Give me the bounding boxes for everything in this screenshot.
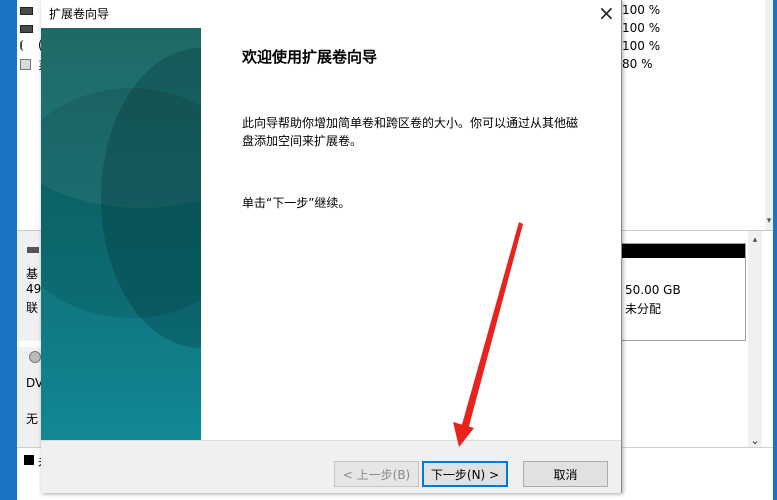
scroll-down-icon[interactable]: ⌄ xyxy=(748,434,762,447)
wizard-banner-image xyxy=(41,28,201,440)
unallocated-size: 50.00 GB xyxy=(625,283,681,297)
dvd-partition[interactable] xyxy=(620,347,746,457)
disk-layout-scrollbar[interactable]: ▴ ⌄ xyxy=(748,231,762,447)
disk0-type: 基 xyxy=(26,267,39,281)
wizard-heading: 欢迎使用扩展卷向导 xyxy=(242,48,378,66)
wizard-button-bar: < 上一步(B) 下一步(N) > 取消 xyxy=(41,440,621,493)
extend-volume-wizard: 扩展卷向导 × 欢迎使用扩展卷向导 此向导帮助你增加简单卷和跨区卷的大小。你可以… xyxy=(41,0,622,493)
disk-icon xyxy=(20,40,28,51)
wizard-titlebar[interactable]: 扩展卷向导 × xyxy=(41,0,621,28)
banner-decoration xyxy=(41,88,201,318)
volume-free-percent: 100 % xyxy=(622,21,661,35)
unallocated-legend-swatch xyxy=(24,455,34,465)
volume-free-percent: 100 % xyxy=(622,39,661,53)
dvd-icon xyxy=(29,351,41,363)
close-button[interactable]: × xyxy=(590,0,620,26)
disk0-size: 49 xyxy=(26,282,42,296)
volume-row-icon[interactable]: ( xyxy=(20,38,43,52)
disk-icon xyxy=(27,247,39,253)
volume-row-icon[interactable] xyxy=(20,4,34,16)
unallocated-bar xyxy=(621,244,745,258)
disk-icon xyxy=(20,59,31,70)
disk-icon xyxy=(20,25,33,33)
unallocated-label: 未分配 xyxy=(625,302,662,316)
disk-icon xyxy=(20,7,33,15)
wizard-instruction: 单击“下一步”继续。 xyxy=(242,196,351,210)
disk0-header[interactable]: 基 49 联 xyxy=(17,231,42,341)
scroll-down-icon[interactable]: ▾ xyxy=(765,216,773,226)
volume-list-scrollbar[interactable]: ▾ xyxy=(765,0,773,230)
volume-free-percent: 100 % xyxy=(622,3,661,17)
volume-row-icon[interactable] xyxy=(20,22,34,34)
wizard-title: 扩展卷向导 xyxy=(49,7,110,21)
cancel-button[interactable]: 取消 xyxy=(523,461,608,487)
scroll-up-icon[interactable]: ▴ xyxy=(748,235,762,245)
unallocated-partition[interactable]: 50.00 GB 未分配 xyxy=(620,243,746,341)
volume-row-icon[interactable]: 系 xyxy=(20,58,50,73)
volume-free-percent: 80 % xyxy=(622,57,653,71)
wizard-content: 欢迎使用扩展卷向导 此向导帮助你增加简单卷和跨区卷的大小。你可以通过从其他磁盘添… xyxy=(201,28,620,440)
back-button[interactable]: < 上一步(B) xyxy=(334,461,419,487)
close-icon: × xyxy=(598,1,615,25)
disk0-status: 联 xyxy=(26,301,39,315)
wizard-description: 此向导帮助你增加简单卷和跨区卷的大小。你可以通过从其他磁盘添加空间来扩展卷。 xyxy=(242,116,579,148)
next-button[interactable]: 下一步(N) > xyxy=(422,461,508,487)
dvd-status: 无 xyxy=(26,412,39,426)
